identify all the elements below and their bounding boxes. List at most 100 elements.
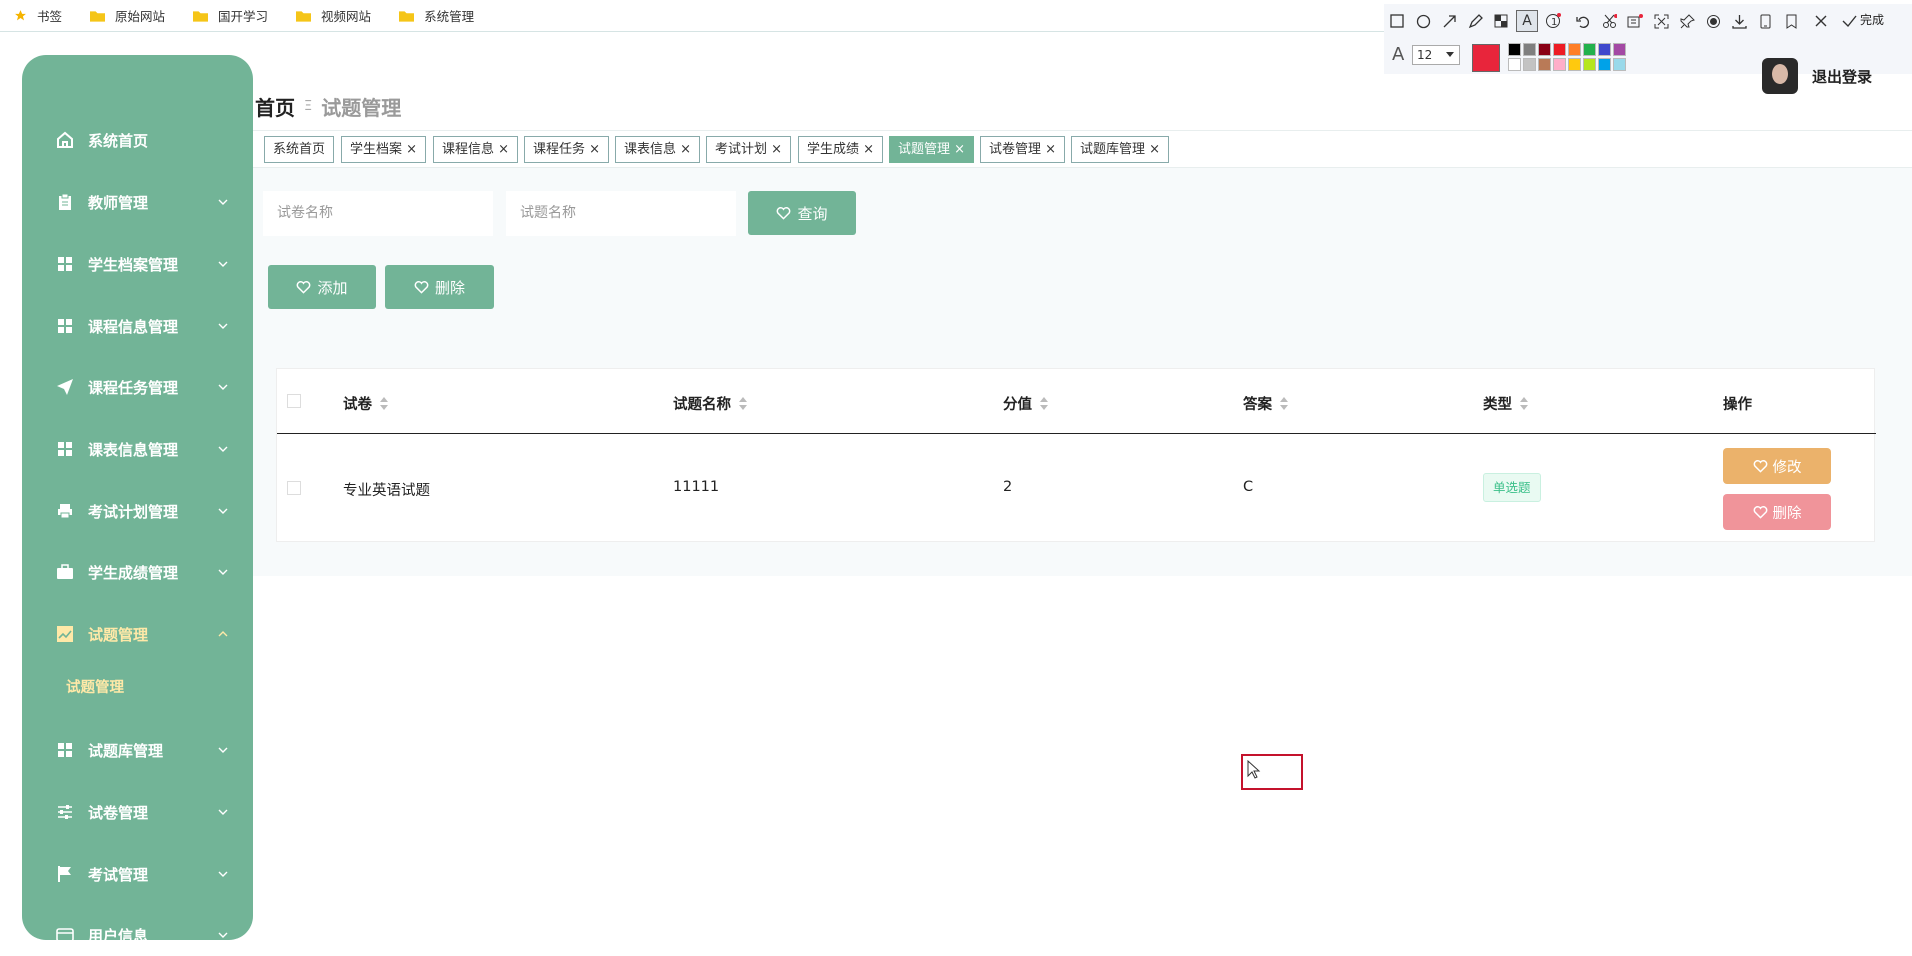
- color-swatch[interactable]: [1613, 43, 1626, 56]
- sort-icon[interactable]: [1520, 396, 1528, 411]
- close-icon[interactable]: ×: [863, 142, 874, 157]
- chevron-down-icon: [218, 446, 228, 452]
- edit-button[interactable]: 修改: [1723, 448, 1831, 484]
- column-header[interactable]: 试题名称: [673, 393, 747, 414]
- sidebar-item-student-records[interactable]: 学生档案管理: [22, 241, 253, 287]
- tab-course-info[interactable]: 课程信息 ×: [433, 136, 519, 163]
- query-button[interactable]: 查询: [748, 191, 856, 235]
- tab-questions[interactable]: 试题管理 ×: [889, 136, 975, 163]
- breadcrumb-home[interactable]: 首页: [255, 92, 295, 121]
- tab-grades[interactable]: 学生成绩 ×: [798, 136, 884, 163]
- tab-question-bank[interactable]: 试题库管理 ×: [1071, 136, 1170, 163]
- tab-papers[interactable]: 试卷管理 ×: [980, 136, 1066, 163]
- sidebar-item-questions[interactable]: 试题管理: [22, 611, 253, 657]
- font-size-select[interactable]: 12: [1412, 45, 1460, 65]
- tab-timetable[interactable]: 课表信息 ×: [615, 136, 701, 163]
- delete-button[interactable]: 删除: [385, 265, 494, 309]
- row-delete-button[interactable]: 删除: [1723, 494, 1831, 530]
- sidebar-item-exams[interactable]: 考试管理: [22, 851, 253, 897]
- select-all-checkbox[interactable]: [287, 394, 301, 408]
- sidebar-item-papers[interactable]: 试卷管理: [22, 789, 253, 835]
- undo-icon[interactable]: [1572, 10, 1594, 32]
- scissors-icon[interactable]: [1598, 10, 1620, 32]
- sidebar-item-home[interactable]: 系统首页: [22, 117, 253, 163]
- column-header[interactable]: 试卷: [343, 393, 388, 414]
- text-tool-icon[interactable]: A: [1516, 10, 1538, 32]
- color-swatch[interactable]: [1508, 58, 1521, 71]
- sort-icon[interactable]: [1040, 396, 1048, 411]
- sidebar-item-course-info[interactable]: 课程信息管理: [22, 303, 253, 349]
- color-swatch[interactable]: [1538, 58, 1551, 71]
- close-icon[interactable]: ×: [589, 142, 600, 157]
- tab-student-records[interactable]: 学生档案 ×: [341, 136, 427, 163]
- close-icon[interactable]: ×: [771, 142, 782, 157]
- row-checkbox[interactable]: [287, 481, 301, 495]
- sort-icon[interactable]: [1280, 396, 1288, 411]
- color-swatch[interactable]: [1583, 43, 1596, 56]
- bookmark-item[interactable]: 系统管理: [399, 6, 474, 25]
- bookmark-icon[interactable]: [1780, 10, 1802, 32]
- sidebar-item-grades[interactable]: 学生成绩管理: [22, 549, 253, 595]
- sidebar-item-user-info[interactable]: 用户信息: [22, 912, 253, 940]
- add-button[interactable]: 添加: [268, 265, 376, 309]
- sidebar-item-course-tasks[interactable]: 课程任务管理: [22, 364, 253, 410]
- close-icon[interactable]: ×: [498, 142, 509, 157]
- tab-course-tasks[interactable]: 课程任务 ×: [524, 136, 610, 163]
- column-header[interactable]: 分值: [1003, 393, 1048, 414]
- color-swatch[interactable]: [1598, 58, 1611, 71]
- tab-home[interactable]: 系统首页: [264, 136, 335, 163]
- circle-icon[interactable]: [1412, 10, 1434, 32]
- color-swatch[interactable]: [1523, 58, 1536, 71]
- close-icon[interactable]: ×: [680, 142, 691, 157]
- bookmark-item[interactable]: 原始网站: [90, 6, 165, 25]
- column-header[interactable]: 类型: [1483, 393, 1528, 414]
- close-icon[interactable]: ×: [1045, 142, 1056, 157]
- bookmark-label: 系统管理: [424, 9, 475, 24]
- check-icon[interactable]: [1838, 10, 1860, 32]
- record-icon[interactable]: [1702, 10, 1724, 32]
- column-header[interactable]: 答案: [1243, 393, 1288, 414]
- sidebar-item-question-bank[interactable]: 试题库管理: [22, 727, 253, 773]
- close-icon[interactable]: ×: [1149, 142, 1160, 157]
- color-swatch[interactable]: [1568, 43, 1581, 56]
- color-swatch[interactable]: [1613, 58, 1626, 71]
- color-swatch[interactable]: [1538, 43, 1551, 56]
- sidebar-item-teachers[interactable]: 教师管理: [22, 179, 253, 225]
- done-label[interactable]: 完成: [1860, 11, 1884, 28]
- close-icon[interactable]: ×: [954, 142, 965, 157]
- sidebar-item-exam-plan[interactable]: 考试计划管理: [22, 488, 253, 534]
- phone-icon[interactable]: [1754, 10, 1776, 32]
- scan-icon[interactable]: [1650, 10, 1672, 32]
- color-swatch[interactable]: [1523, 43, 1536, 56]
- bookmark-item[interactable]: 视频网站: [296, 6, 371, 25]
- color-swatch[interactable]: [1583, 58, 1596, 71]
- color-swatch[interactable]: [1508, 43, 1521, 56]
- question-name-input[interactable]: 试题名称: [506, 191, 736, 236]
- close-icon[interactable]: [1810, 10, 1832, 32]
- paper-name-input[interactable]: 试卷名称: [263, 191, 493, 236]
- bookmark-item[interactable]: 书签: [14, 6, 62, 25]
- pin-icon[interactable]: [1676, 10, 1698, 32]
- rectangle-icon[interactable]: [1386, 10, 1408, 32]
- mosaic-icon[interactable]: [1490, 10, 1512, 32]
- logout-button[interactable]: 退出登录: [1812, 66, 1872, 87]
- tab-exam-plan[interactable]: 考试计划 ×: [706, 136, 792, 163]
- ocr-icon[interactable]: [1624, 10, 1646, 32]
- color-swatch[interactable]: [1568, 58, 1581, 71]
- active-color-swatch[interactable]: [1472, 44, 1500, 72]
- sort-icon[interactable]: [739, 396, 747, 411]
- color-swatch[interactable]: [1553, 43, 1566, 56]
- chevron-up-icon: [218, 631, 228, 637]
- bookmark-item[interactable]: 国开学习: [193, 6, 268, 25]
- pencil-icon[interactable]: [1464, 10, 1486, 32]
- avatar[interactable]: [1762, 58, 1798, 94]
- sidebar-subitem-questions[interactable]: 试题管理: [66, 676, 124, 697]
- download-icon[interactable]: [1728, 10, 1750, 32]
- number-icon[interactable]: 1: [1542, 10, 1564, 32]
- color-swatch[interactable]: [1553, 58, 1566, 71]
- sort-icon[interactable]: [380, 396, 388, 411]
- color-swatch[interactable]: [1598, 43, 1611, 56]
- sidebar-item-timetable[interactable]: 课表信息管理: [22, 426, 253, 472]
- arrow-icon[interactable]: [1438, 10, 1460, 32]
- close-icon[interactable]: ×: [406, 142, 417, 157]
